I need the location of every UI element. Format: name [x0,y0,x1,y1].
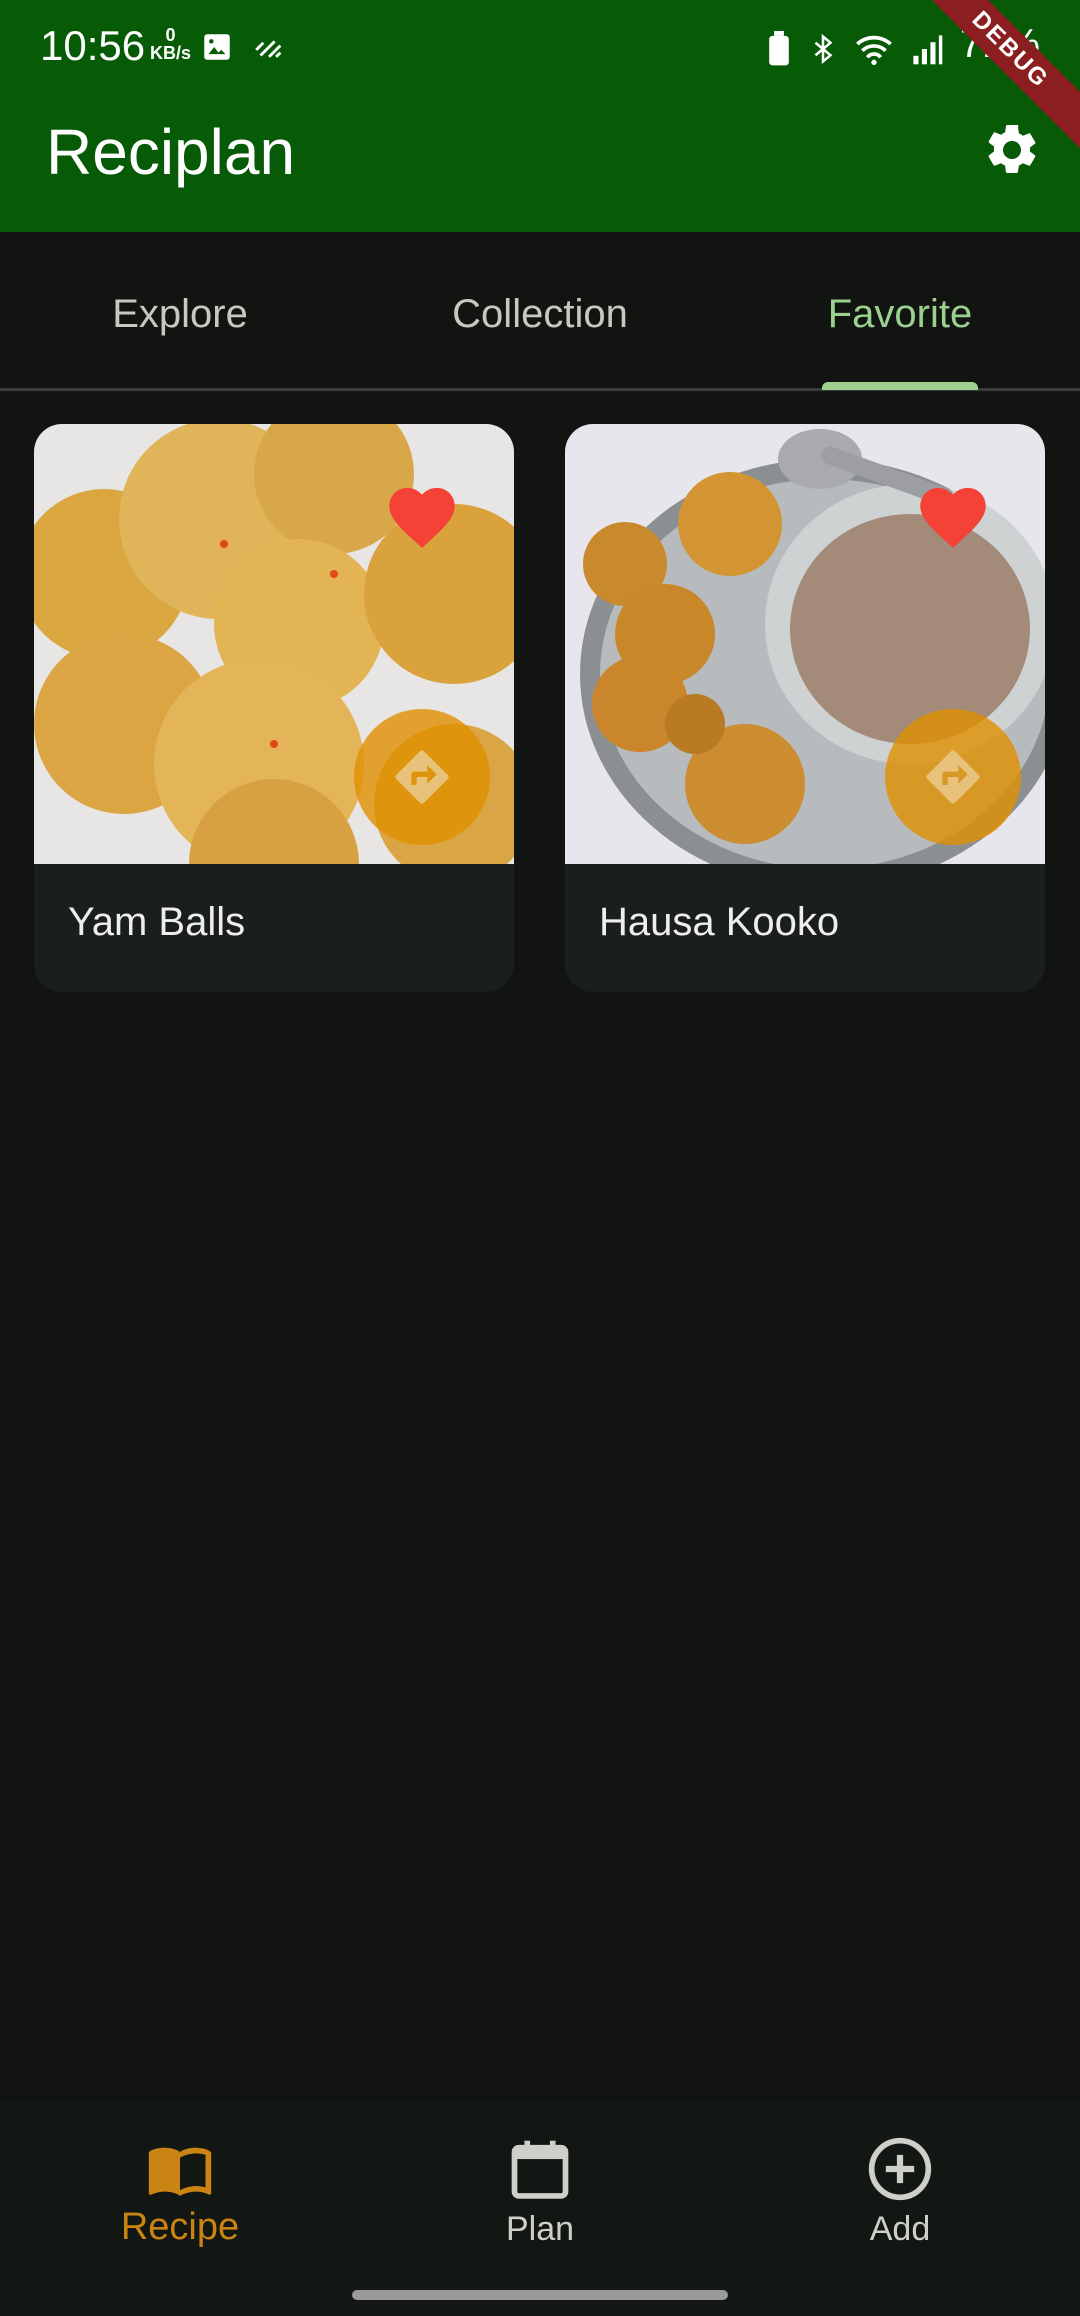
settings-button[interactable] [982,120,1042,180]
status-left-icons [200,30,286,64]
image-icon [204,34,230,60]
bottom-navigation: Recipe Plan Add [0,2100,1080,2316]
favorite-button[interactable] [913,478,993,550]
gear-icon [988,124,1036,173]
tab-explore[interactable]: Explore [0,292,360,337]
recipe-card-yam-balls[interactable]: Yam Balls [34,424,514,992]
calendar-icon [511,2140,569,2199]
recipe-title: Hausa Kooko [599,900,840,944]
heart-icon [389,487,455,548]
recipe-card-hausa-kooko[interactable]: Hausa Kooko [565,424,1045,992]
nav-add[interactable]: Add [720,2100,1080,2280]
nav-label: Add [869,2210,931,2248]
directions-icon [395,750,449,804]
directions-icon [926,750,980,804]
book-icon [148,2147,212,2196]
recipe-title: Yam Balls [68,900,246,944]
home-indicator[interactable] [352,2290,728,2300]
status-bar: 10:56 0 KB/s 71% [0,0,1080,96]
tab-indicator [822,382,978,390]
tab-bar: Explore Collection Favorite [0,232,1080,391]
app-title: Reciplan [46,116,296,188]
tab-collection[interactable]: Collection [360,292,720,337]
network-speed-value: 0 [165,25,176,45]
signal-icon [913,34,943,64]
favorite-button[interactable] [382,478,462,550]
activity-icon [255,40,282,58]
bluetooth-icon [814,33,833,64]
network-speed: 0 KB/s [150,26,191,62]
add-circle-icon [868,2137,932,2201]
status-time: 10:56 [40,22,146,69]
network-speed-unit: KB/s [150,43,192,63]
nav-recipe[interactable]: Recipe [0,2100,360,2280]
app-bar: 10:56 0 KB/s 71% Reciplan DEBUG [0,0,1080,232]
directions-button[interactable] [885,709,1021,845]
nav-label: Recipe [120,2206,240,2248]
nav-label: Plan [505,2210,575,2248]
wifi-icon [856,35,892,65]
tab-favorite[interactable]: Favorite [720,292,1080,337]
battery-saver-icon [769,30,789,65]
heart-icon [920,487,986,548]
directions-button[interactable] [354,709,490,845]
nav-plan[interactable]: Plan [360,2100,720,2280]
